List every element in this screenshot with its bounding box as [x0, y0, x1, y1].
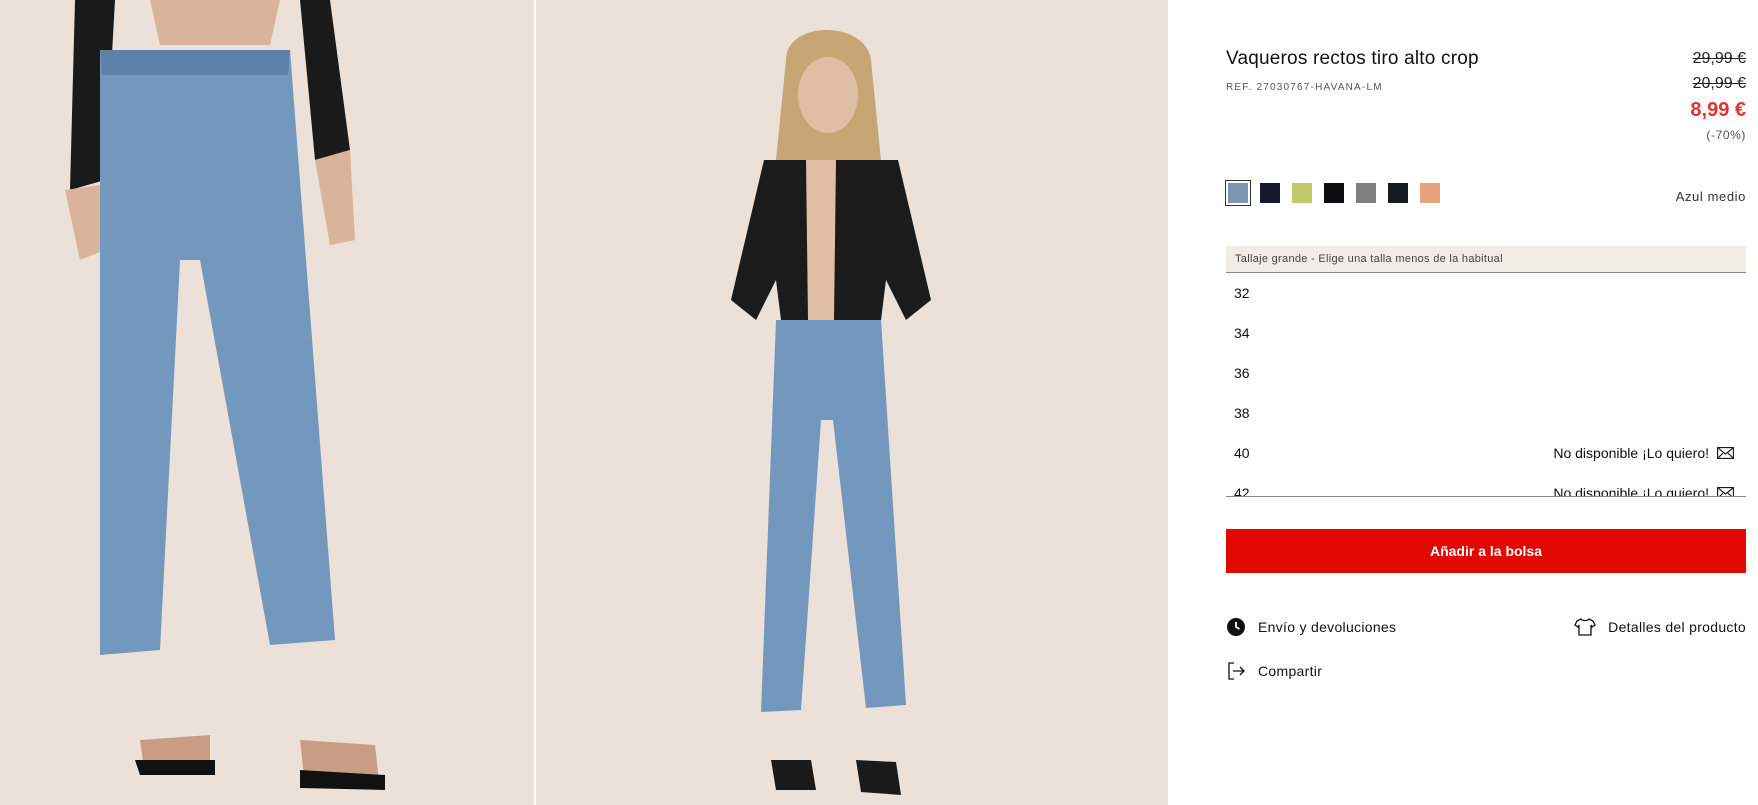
notify-label: No disponible ¡Lo quiero!: [1553, 445, 1709, 461]
size-option-42[interactable]: 42 No disponible ¡Lo quiero!: [1226, 473, 1746, 497]
color-swatch[interactable]: [1324, 183, 1344, 203]
shipping-returns-label: Envío y devoluciones: [1258, 619, 1397, 635]
price-current: 8,99 €: [1690, 99, 1746, 121]
notify-label: No disponible ¡Lo quiero!: [1553, 485, 1709, 497]
price-block: 29,99 € 20,99 € 8,99 € (-70%): [1690, 46, 1746, 146]
price-original: 29,99 €: [1692, 50, 1746, 67]
tshirt-icon: [1574, 617, 1597, 637]
product-title: Vaqueros rectos tiro alto crop: [1226, 48, 1479, 69]
color-swatch[interactable]: [1420, 183, 1440, 203]
color-swatch[interactable]: [1225, 180, 1251, 206]
size-label: 42: [1234, 485, 1250, 497]
size-label: 34: [1234, 325, 1250, 341]
product-image-closeup[interactable]: [0, 0, 534, 805]
product-image-fullbody[interactable]: [536, 0, 1168, 805]
color-swatches: [1225, 180, 1440, 206]
color-swatch[interactable]: [1388, 183, 1408, 203]
share-label: Compartir: [1258, 663, 1323, 679]
size-option-32[interactable]: 32: [1226, 273, 1746, 313]
envelope-icon: [1717, 447, 1734, 459]
color-swatch[interactable]: [1260, 183, 1280, 203]
size-label: 36: [1234, 365, 1250, 381]
add-to-bag-button[interactable]: Añadir a la bolsa: [1226, 529, 1746, 573]
size-option-36[interactable]: 36: [1226, 353, 1746, 393]
selected-color-name: Azul medio: [1675, 189, 1746, 204]
shipping-returns-link[interactable]: Envío y devoluciones: [1226, 617, 1396, 637]
size-unavailable-notice[interactable]: No disponible ¡Lo quiero!: [1553, 433, 1734, 473]
size-selector: Tallaje grande - Elige una talla menos d…: [1226, 246, 1746, 497]
size-label: 38: [1234, 405, 1250, 421]
size-option-34[interactable]: 34: [1226, 313, 1746, 353]
price-previous: 20,99 €: [1692, 75, 1746, 92]
product-info-panel: Vaqueros rectos tiro alto crop REF. 2703…: [1225, 0, 1746, 805]
color-swatch[interactable]: [1356, 183, 1376, 203]
product-reference: REF. 27030767-HAVANA-LM: [1226, 82, 1383, 93]
share-link[interactable]: Compartir: [1226, 661, 1322, 681]
product-details-label: Detalles del producto: [1608, 619, 1746, 635]
clock-icon: [1226, 617, 1246, 637]
size-label: 32: [1234, 285, 1250, 301]
envelope-icon: [1717, 487, 1734, 496]
jeans-closeup-illustration: [0, 0, 534, 805]
size-option-40[interactable]: 40 No disponible ¡Lo quiero!: [1226, 433, 1746, 473]
share-icon: [1226, 661, 1246, 681]
color-swatch[interactable]: [1292, 183, 1312, 203]
model-fullbody-illustration: [536, 0, 1168, 805]
size-option-38[interactable]: 38: [1226, 393, 1746, 433]
discount-badge: (-70%): [1706, 128, 1746, 142]
size-unavailable-notice[interactable]: No disponible ¡Lo quiero!: [1553, 473, 1734, 497]
size-hint: Tallaje grande - Elige una talla menos d…: [1226, 246, 1746, 273]
size-list: 32 34 36 38 40 No disponible ¡Lo quiero! 42 No …: [1226, 273, 1746, 497]
size-label: 40: [1234, 445, 1250, 461]
product-details-link[interactable]: Detalles del producto: [1574, 617, 1746, 637]
